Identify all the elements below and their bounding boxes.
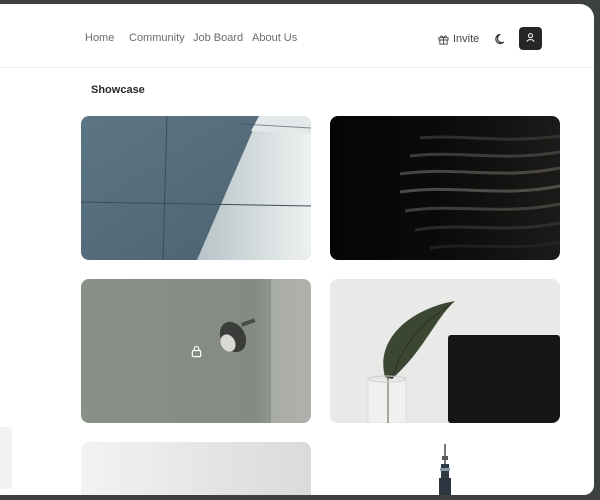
gradient-image [81, 442, 311, 495]
lock-icon [190, 345, 203, 358]
app-window: Home Community Job Board About Us Invite [0, 4, 594, 495]
gift-icon [438, 34, 449, 45]
tower-image [330, 442, 560, 495]
architecture-image [81, 116, 311, 260]
showcase-card-tower[interactable] [330, 442, 560, 495]
locked-overlay [81, 279, 311, 423]
showcase-card-gradient[interactable] [81, 442, 311, 495]
user-icon [525, 30, 536, 48]
side-panel-edge [0, 427, 12, 489]
nav-home-link[interactable]: Home [85, 32, 114, 44]
invite-label: Invite [453, 33, 480, 45]
plant-image [330, 279, 560, 423]
showcase-card-dark-waves[interactable] [330, 116, 560, 260]
invite-button[interactable]: Invite [438, 31, 479, 47]
showcase-card-plant[interactable] [330, 279, 560, 423]
profile-button[interactable] [519, 27, 542, 50]
dark-waves-image [330, 116, 560, 260]
section-title: Showcase [91, 84, 145, 96]
moon-icon[interactable] [494, 32, 508, 46]
nav-job-board-link[interactable]: Job Board [193, 32, 243, 44]
nav-about-us-link[interactable]: About Us [252, 32, 297, 44]
header-divider [0, 67, 594, 68]
top-navigation: Home Community Job Board About Us Invite [0, 4, 594, 68]
showcase-card-wall-lamp[interactable] [81, 279, 311, 423]
showcase-card-architecture[interactable] [81, 116, 311, 260]
nav-community-link[interactable]: Community [129, 32, 185, 44]
